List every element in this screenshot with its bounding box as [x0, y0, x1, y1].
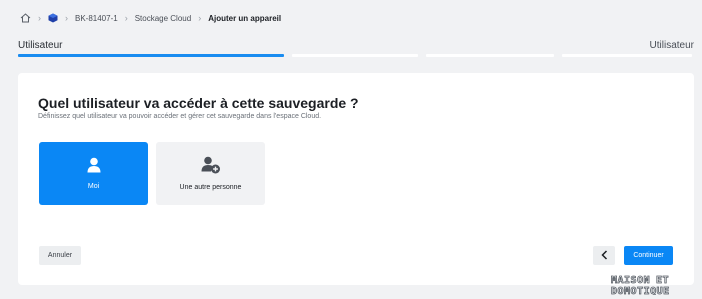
breadcrumb-current: Ajouter un appareil: [208, 13, 282, 23]
page-subtitle: Définissez quel utilisateur va pouvoir a…: [38, 113, 322, 120]
progress-segment-4: [562, 54, 692, 57]
breadcrumb: › › BK-81407-1 › Stockage Cloud › Ajoute…: [20, 12, 281, 24]
progress-segment-2: [292, 54, 418, 57]
add-user-icon: [201, 156, 221, 176]
back-button[interactable]: [593, 246, 615, 265]
watermark-logo: MAISON ET DOMOTIQUE: [610, 273, 696, 298]
option-me-label: Moi: [87, 183, 100, 190]
chevron-right-icon: ›: [38, 13, 41, 23]
chevron-right-icon: ›: [124, 13, 128, 23]
home-icon[interactable]: [20, 13, 31, 23]
breadcrumb-device[interactable]: BK-81407-1: [75, 14, 118, 23]
chevron-left-icon: [600, 247, 608, 265]
option-other-label: Une autre personne: [179, 184, 242, 191]
progress-segment-3: [426, 54, 554, 57]
option-me[interactable]: Moi: [39, 142, 148, 205]
option-other-person[interactable]: Une autre personne: [156, 142, 265, 205]
chevron-right-icon: ›: [198, 13, 202, 23]
main-card: Quel utilisateur va accéder à cette sauv…: [18, 73, 694, 285]
chevron-right-icon: ›: [65, 13, 68, 23]
user-icon: [87, 157, 101, 175]
progress-segment-1: [18, 54, 284, 57]
current-step-label: Utilisateur: [18, 40, 63, 51]
breadcrumb-cloud-storage[interactable]: Stockage Cloud: [135, 14, 191, 23]
continue-button[interactable]: Continuer: [624, 246, 673, 265]
svg-text:MAISON: MAISON: [611, 275, 650, 286]
device-cube-icon[interactable]: [48, 13, 58, 23]
step-progress: [18, 54, 694, 57]
cancel-button[interactable]: Annuler: [39, 246, 81, 265]
svg-text:ET: ET: [656, 275, 669, 286]
next-step-label: Utilisateur: [649, 40, 694, 51]
svg-text:DOMOTIQUE: DOMOTIQUE: [611, 286, 670, 295]
page-title: Quel utilisateur va accéder à cette sauv…: [38, 95, 359, 111]
